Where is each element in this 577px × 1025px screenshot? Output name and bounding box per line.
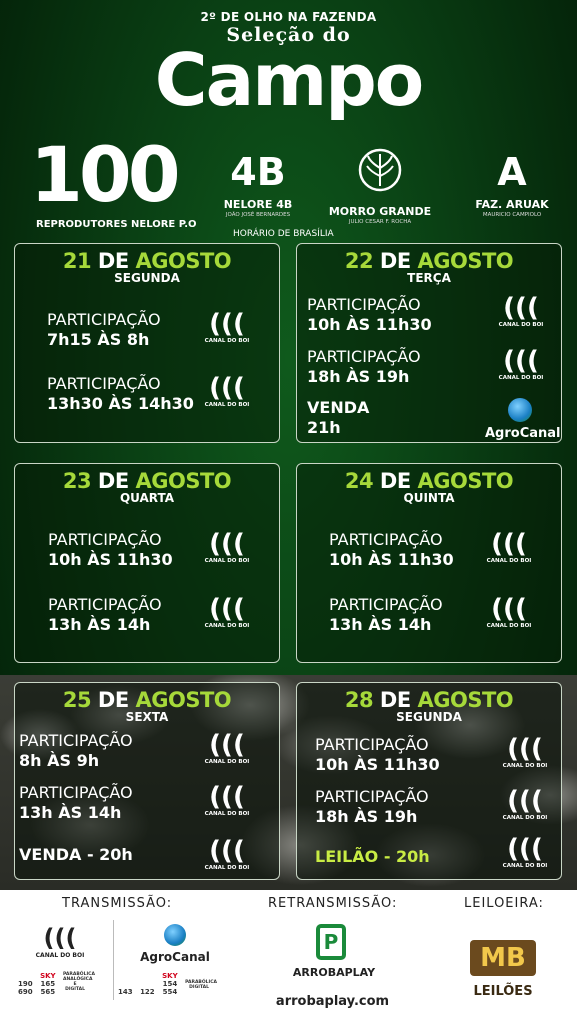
- canal-do-boi-logo: (((CANAL DO BOI: [502, 834, 548, 869]
- schedule-card-24: 24 DE AGOSTO QUINTA PARTICIPAÇÃO 10h ÀS 1…: [296, 463, 562, 663]
- brand-faz-aruak: A FAZ. ARUAK MAURICIO CAMPIOLO: [452, 148, 572, 218]
- nelore-4b-logo: 4B: [230, 150, 286, 194]
- brand-name: FAZ. ARUAK: [475, 198, 549, 211]
- morro-grande-logo: [320, 148, 440, 203]
- schedule-entry: PARTICIPAÇÃO 13h ÀS 14h: [329, 595, 443, 634]
- bull-count-label: REPRODUTORES NELORE P.O: [36, 219, 197, 230]
- channel-number: 190 690: [18, 980, 33, 996]
- schedule-entry: PARTICIPAÇÃO 8h ÀS 9h: [19, 731, 133, 770]
- timezone-note: HORÁRIO DE BRASÍLIA: [233, 229, 334, 239]
- schedule-card-22: 22 DE AGOSTO TERÇA PARTICIPAÇÃO 10h ÀS 11…: [296, 243, 562, 443]
- divider: [113, 920, 114, 1000]
- channel-number: 122: [140, 988, 155, 996]
- canal-do-boi-logo: (((CANAL DO BOI: [204, 309, 250, 344]
- schedule-card-23: 23 DE AGOSTO QUARTA PARTICIPAÇÃO 10h ÀS 1…: [14, 463, 280, 663]
- brand-owner: MAURICIO CAMPIOLO: [482, 212, 542, 218]
- schedule-entry: PARTICIPAÇÃO 13h ÀS 14h: [48, 595, 162, 634]
- brand-name: NELORE 4B: [223, 198, 293, 211]
- card-weekday: QUARTA: [119, 491, 175, 505]
- transmission-heading: TRANSMISSÃO:: [62, 896, 173, 911]
- schedule-entry: PARTICIPAÇÃO 13h30 ÀS 14h30: [47, 374, 194, 413]
- schedule-card-21: 21 DE AGOSTO SEGUNDA PARTICIPAÇÃO 7h15 ÀS…: [14, 243, 280, 443]
- channel-number: SKY 165 565: [40, 972, 56, 996]
- schedule-entry: PARTICIPAÇÃO 7h15 ÀS 8h: [47, 310, 161, 349]
- brand-owner: JULIO CESAR F. ROCHA: [348, 219, 412, 225]
- faz-aruak-logo: A: [497, 150, 527, 194]
- agrocanal-channels: 143 122 SKY 154 554 PARABÓLICA DIGITAL: [118, 972, 218, 996]
- schedule-entry: PARTICIPAÇÃO 18h ÀS 19h: [307, 347, 421, 386]
- card-weekday: QUINTA: [403, 491, 455, 505]
- canal-do-boi-channels: 190 690 SKY 165 565 PARABÓLICA ANALÓGICA E …: [18, 972, 95, 996]
- canal-do-boi-logo: (((CANAL DO BOI: [486, 529, 532, 564]
- canal-do-boi-logo: (((CANAL DO BOI: [502, 786, 548, 821]
- card-weekday: SEXTA: [125, 710, 169, 724]
- schedule-entry: PARTICIPAÇÃO 13h ÀS 14h: [19, 783, 133, 822]
- card-weekday: TERÇA: [407, 271, 451, 285]
- schedule-card-25: 25 DE AGOSTO SEXTA PARTICIPAÇÃO 8h ÀS 9h …: [14, 682, 280, 880]
- canal-do-boi-logo: (((CANAL DO BOI: [204, 594, 250, 629]
- footer-panel: TRANSMISSÃO: RETRANSMISSÃO: LEILOEIRA: (…: [0, 890, 577, 1025]
- schedule-entry: PARTICIPAÇÃO 10h ÀS 11h30: [315, 735, 440, 774]
- canal-do-boi-footer-logo: ((( CANAL DO BOI: [35, 924, 85, 959]
- brand-morro-grande: MORRO GRANDE JULIO CESAR F. ROCHA: [320, 148, 440, 225]
- canal-do-boi-logo: (((CANAL DO BOI: [498, 293, 544, 328]
- event-title-main: Campo: [154, 38, 424, 122]
- schedule-entry: PARTICIPAÇÃO 18h ÀS 19h: [315, 787, 429, 826]
- schedule-entry: VENDA - 20h: [19, 845, 133, 864]
- canal-do-boi-logo: (((CANAL DO BOI: [204, 529, 250, 564]
- event-edition: 2º DE OLHO NA FAZENDA: [200, 10, 377, 24]
- schedule-entry: PARTICIPAÇÃO 10h ÀS 11h30: [307, 295, 432, 334]
- card-weekday: SEGUNDA: [114, 271, 180, 285]
- canal-do-boi-logo: (((CANAL DO BOI: [498, 346, 544, 381]
- arrobaplay-icon: P: [316, 924, 346, 960]
- agrocanal-footer-logo: AgroCanal: [140, 924, 210, 964]
- channel-number: 143: [118, 988, 133, 996]
- bull-count: 100: [30, 130, 181, 219]
- retransmission-heading: RETRANSMISSÃO:: [268, 896, 398, 911]
- channel-number: SKY 154 554: [162, 972, 178, 996]
- canal-do-boi-logo: (((CANAL DO BOI: [204, 782, 250, 817]
- brand-name: MORRO GRANDE: [328, 205, 432, 218]
- mb-leiloes-name: LEILÕES: [473, 984, 533, 999]
- schedule-entry: LEILÃO - 20h: [315, 847, 430, 866]
- schedule-entry: VENDA 21h: [307, 398, 370, 437]
- auctioneer-heading: LEILOEIRA:: [464, 896, 544, 911]
- canal-do-boi-logo: (((CANAL DO BOI: [204, 373, 250, 408]
- schedule-card-28: 28 DE AGOSTO SEGUNDA PARTICIPAÇÃO 10h ÀS …: [296, 682, 562, 880]
- schedule-entry: PARTICIPAÇÃO 10h ÀS 11h30: [48, 530, 173, 569]
- canal-do-boi-logo: (((CANAL DO BOI: [486, 594, 532, 629]
- channel-note: PARABÓLICA ANALÓGICA E DIGITAL: [63, 972, 95, 992]
- canal-do-boi-logo: (((CANAL DO BOI: [502, 734, 548, 769]
- card-weekday: SEGUNDA: [396, 710, 462, 724]
- canal-do-boi-logo: (((CANAL DO BOI: [204, 836, 250, 871]
- brand-nelore-4b: 4B NELORE 4B JOÃO JOSÉ BERNARDES: [198, 148, 318, 218]
- schedule-entry: PARTICIPAÇÃO 10h ÀS 11h30: [329, 530, 454, 569]
- arrobaplay-name: ARROBAPLAY: [292, 966, 376, 979]
- agrocanal-logo: AgroCanal: [485, 398, 561, 441]
- arrobaplay-url[interactable]: arrobaplay.com: [270, 994, 395, 1009]
- canal-do-boi-logo: (((CANAL DO BOI: [204, 730, 250, 765]
- brand-owner: JOÃO JOSÉ BERNARDES: [225, 212, 291, 218]
- mb-leiloes-logo: MB: [470, 940, 536, 976]
- channel-note: PARABÓLICA DIGITAL: [185, 980, 218, 990]
